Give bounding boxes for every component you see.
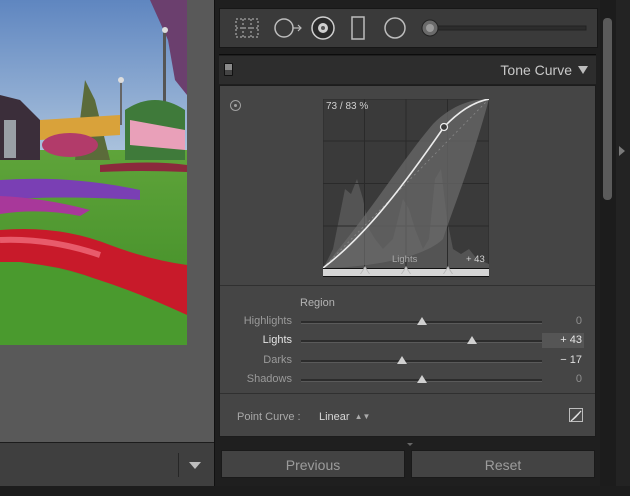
panel-footer-divider: [219, 440, 596, 446]
panel-enable-switch[interactable]: [224, 63, 233, 76]
slider-label: Lights: [262, 334, 292, 346]
slider-highlights[interactable]: Highlights 0: [220, 313, 595, 331]
filmstrip-toolbar: [0, 442, 214, 487]
slider-label: Highlights: [243, 315, 292, 327]
point-curve-label: Point Curve :: [237, 411, 301, 423]
point-curve-select[interactable]: Linear ▲▼: [319, 411, 370, 423]
slider-thumb[interactable]: [416, 317, 427, 325]
split-handle-shadows[interactable]: [359, 266, 370, 274]
photo-preview: [0, 0, 187, 345]
right-edge-strip: [616, 0, 630, 486]
edit-point-curve-icon[interactable]: [569, 408, 583, 422]
curve-region-value: + 43: [466, 254, 485, 265]
graduated-filter-icon[interactable]: [350, 15, 366, 41]
toolbar-separator: [178, 453, 179, 477]
section-divider: [220, 393, 595, 394]
slider-value[interactable]: + 43: [542, 333, 584, 348]
slider-track[interactable]: [301, 375, 542, 383]
curve-readout: 73 / 83 %: [326, 101, 369, 112]
slider-label: Darks: [263, 354, 292, 366]
tone-curve-panel-body: 73 / 83 % Lights + 43 Region Highlights …: [219, 85, 596, 437]
garden-photo-image: [0, 0, 187, 345]
split-handle-highlights[interactable]: [442, 266, 453, 274]
previous-button[interactable]: Previous: [221, 450, 405, 478]
reset-button[interactable]: Reset: [411, 450, 595, 478]
slider-shadows[interactable]: Shadows 0: [220, 371, 595, 389]
spot-removal-icon[interactable]: [272, 16, 302, 40]
panel-divider: [219, 54, 596, 55]
tool-strip: [219, 8, 598, 48]
target-adjust-icon[interactable]: [230, 100, 241, 111]
panel-title: Tone Curve: [500, 62, 572, 78]
region-split-bar: [323, 266, 489, 277]
slider-value[interactable]: − 17: [542, 353, 584, 368]
slider-thumb[interactable]: [467, 336, 478, 344]
slider-lights[interactable]: Lights + 43: [220, 332, 595, 350]
crop-overlay-icon[interactable]: [234, 16, 260, 40]
slider-track[interactable]: [301, 336, 542, 344]
panel-collapse-icon[interactable]: [578, 66, 588, 74]
right-panel-collapse-icon[interactable]: [619, 146, 625, 156]
adjustment-brush-icon[interactable]: [420, 16, 590, 40]
bottom-strip: [0, 486, 630, 496]
slider-track[interactable]: [301, 317, 542, 325]
radial-filter-icon[interactable]: [382, 15, 408, 41]
divider-arrow-icon: [407, 443, 413, 446]
develop-right-panel: Tone Curve 73 / 83 % Lights + 43 Region …: [214, 0, 601, 486]
tone-curve-header[interactable]: Tone Curve: [219, 56, 596, 84]
region-title: Region: [300, 297, 335, 309]
slider-thumb[interactable]: [416, 375, 427, 383]
photo-canvas: [0, 0, 214, 442]
slider-value[interactable]: 0: [542, 314, 584, 329]
section-divider: [220, 285, 595, 286]
slider-value[interactable]: 0: [542, 372, 584, 387]
updown-arrows-icon: ▲▼: [354, 412, 371, 421]
red-eye-icon[interactable]: [310, 15, 336, 41]
filmstrip-toggle-icon[interactable]: [186, 458, 204, 472]
point-curve-value: Linear: [319, 411, 350, 423]
curve-canvas[interactable]: [323, 99, 489, 268]
split-handle-midtones[interactable]: [401, 266, 411, 274]
slider-track[interactable]: [301, 356, 542, 364]
curve-region-label: Lights: [392, 254, 418, 265]
slider-darks[interactable]: Darks − 17: [220, 352, 595, 370]
tone-curve-graph[interactable]: 73 / 83 % Lights + 43: [323, 99, 489, 268]
slider-label: Shadows: [246, 373, 292, 385]
slider-thumb[interactable]: [397, 356, 408, 364]
scrollbar-thumb[interactable]: [603, 18, 612, 200]
